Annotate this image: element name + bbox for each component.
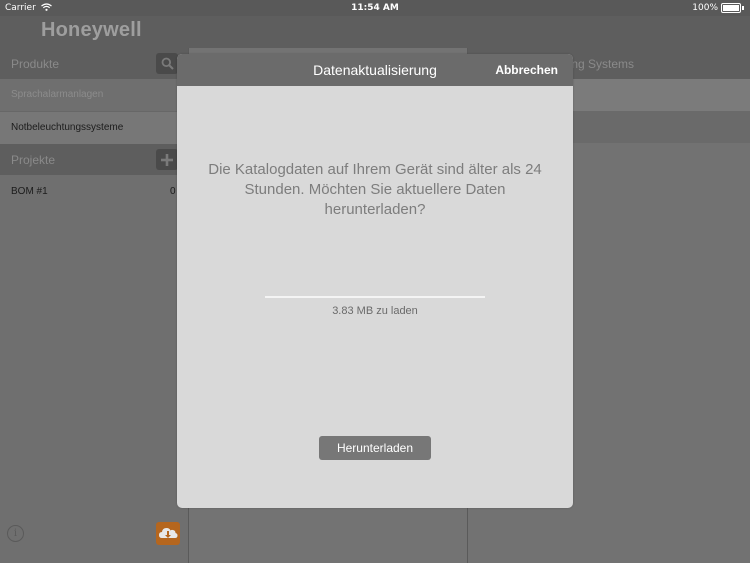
- info-icon[interactable]: i: [7, 525, 24, 542]
- update-dialog: Datenaktualisierung Abbrechen Die Katalo…: [177, 54, 573, 508]
- cancel-button[interactable]: Abbrechen: [495, 63, 558, 77]
- projects-header: Projekte: [0, 144, 188, 175]
- product-item-sprachalarmanlagen[interactable]: Sprachalarmanlagen: [0, 79, 188, 111]
- clock: 11:54 AM: [351, 3, 399, 13]
- download-button[interactable]: Herunterladen: [319, 436, 431, 460]
- cloud-download-icon: [159, 528, 178, 538]
- search-icon: [161, 57, 174, 70]
- dialog-message: Die Katalogdaten auf Ihrem Gerät sind äl…: [208, 161, 542, 218]
- project-item-count: 0: [170, 186, 176, 197]
- project-item-bom-1[interactable]: BOM #1 0: [0, 176, 188, 208]
- left-sidebar: Produkte Sprachalarmanlagen Notbeleuchtu…: [0, 48, 189, 563]
- product-item-label: Notbeleuchtungssysteme: [11, 122, 124, 133]
- cloud-download-button[interactable]: [156, 522, 180, 545]
- dialog-header: Datenaktualisierung Abbrechen: [177, 54, 573, 86]
- products-header: Produkte: [0, 48, 188, 79]
- download-size-label: 3.83 MB zu laden: [332, 305, 418, 317]
- battery-tip: [742, 6, 744, 10]
- products-header-label: Produkte: [11, 57, 60, 71]
- battery-percent: 100%: [692, 3, 718, 13]
- projects-header-label: Projekte: [11, 153, 56, 167]
- brand-logo: Honeywell: [41, 19, 142, 41]
- download-progress-bar: [265, 296, 485, 298]
- search-button[interactable]: [156, 53, 178, 74]
- plus-icon: [161, 153, 173, 166]
- battery-icon: [721, 3, 741, 13]
- status-bar: Carrier 11:54 AM 100%: [0, 0, 750, 16]
- product-item-notbeleuchtungssysteme[interactable]: Notbeleuchtungssysteme: [0, 111, 188, 144]
- battery-indicator: 100%: [692, 3, 744, 13]
- add-project-button[interactable]: [156, 149, 178, 170]
- product-item-label: Sprachalarmanlagen: [11, 89, 104, 100]
- project-item-label: BOM #1: [11, 186, 48, 197]
